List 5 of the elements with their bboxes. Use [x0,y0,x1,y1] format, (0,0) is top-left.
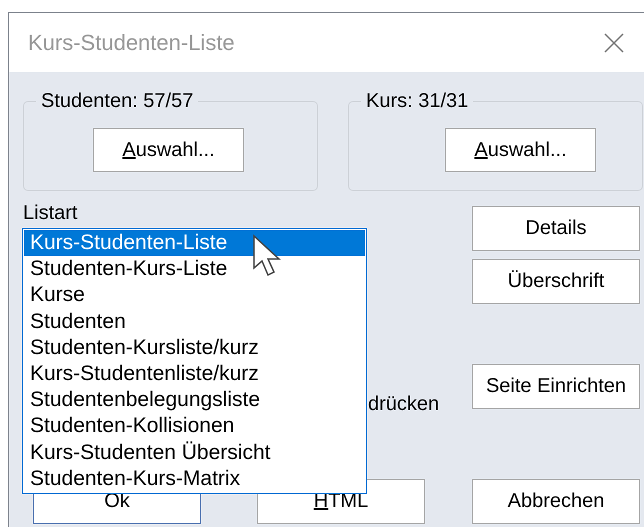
option-label: drücken [368,393,440,416]
listart-label: Listart [23,202,78,225]
group-label: Kurs: 31/31 [365,90,470,113]
group-label: Studenten: 57/57 [40,90,194,113]
window-title: Kurs-Studenten-Liste [28,30,235,56]
